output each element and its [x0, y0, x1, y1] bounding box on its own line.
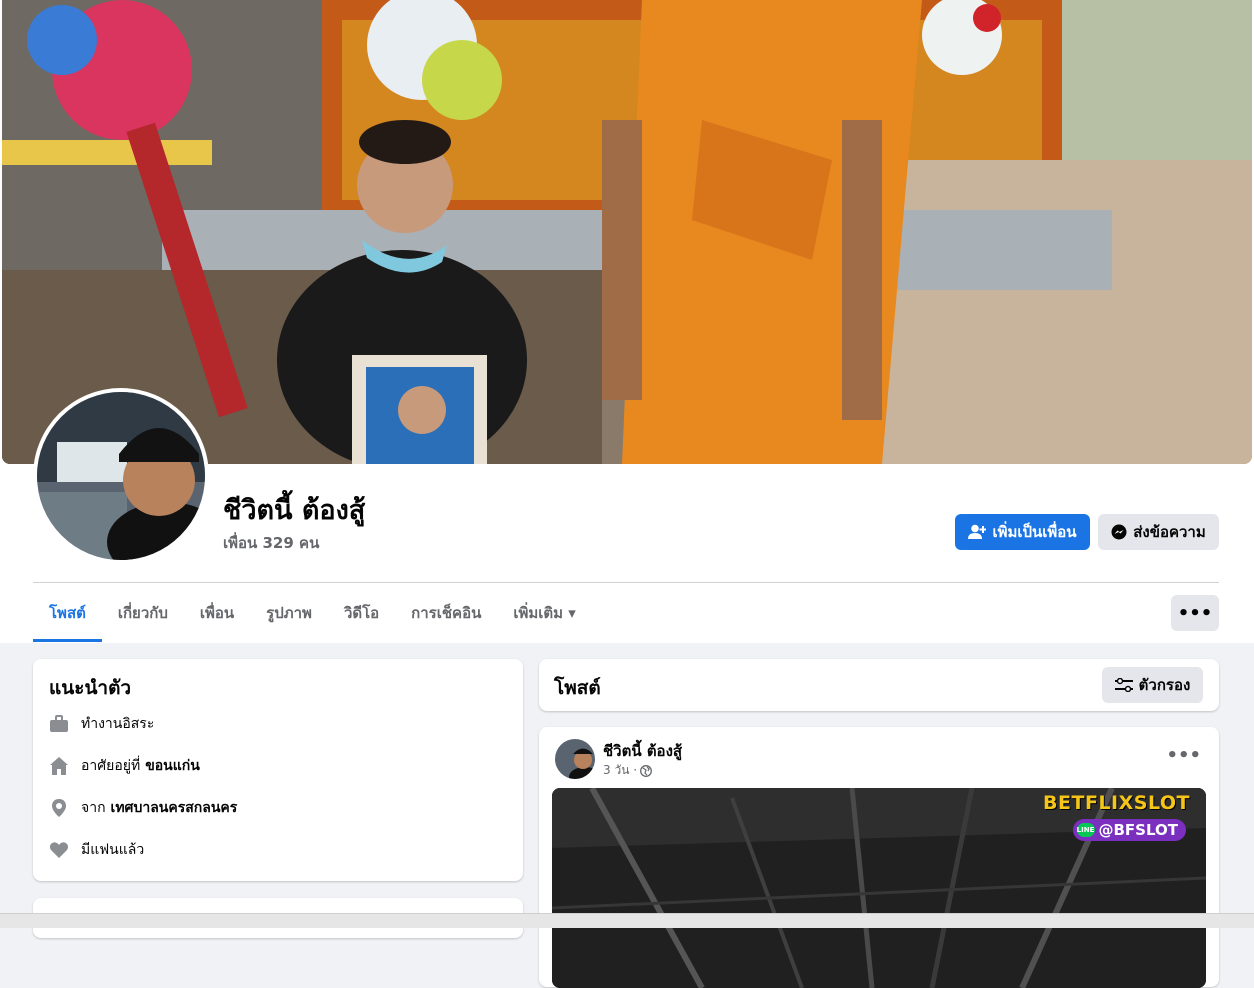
post-time[interactable]: 3 วัน · — [603, 761, 637, 780]
briefcase-icon — [50, 715, 68, 732]
profile-name: ชีวิตนี้ ต้องสู้ — [223, 495, 366, 526]
globe-icon — [640, 764, 652, 777]
tab-about[interactable]: เกี่ยวกับ — [102, 592, 184, 634]
intro-work: ทำงานอิสระ — [49, 712, 154, 736]
intro-lives: อาศัยอยู่ที่ ขอนแก่น — [49, 754, 200, 778]
from-prefix: จาก — [81, 800, 106, 816]
intro-card: แนะนำตัว ทำงานอิสระ อาศัยอยู่ที่ ขอนแก่น… — [33, 659, 523, 881]
profile-tabs: โพสต์ เกี่ยวกับ เพื่อน รูปภาพ วิดีโอ การ… — [33, 592, 592, 642]
message-button[interactable]: ส่งข้อความ — [1098, 514, 1219, 550]
filter-icon — [1114, 678, 1133, 692]
image-line-id: LINE @BFSLOT — [1072, 819, 1186, 841]
posts-header-card: โพสต์ ตัวกรอง — [539, 659, 1219, 711]
tab-checkins[interactable]: การเช็คอิน — [395, 592, 497, 634]
post-options-button[interactable]: ••• — [1166, 745, 1201, 766]
line-id-text: @BFSLOT — [1098, 821, 1179, 839]
work-text: ทำงานอิสระ — [81, 716, 155, 732]
profile-header: ชีวิตนี้ ต้องสู้ เพื่อน 329 คน เพิ่มเป็น… — [0, 0, 1254, 643]
heart-icon — [49, 842, 69, 858]
lives-prefix: อาศัยอยู่ที่ — [81, 758, 141, 774]
relationship-text: มีแฟนแล้ว — [81, 842, 145, 858]
messenger-icon — [1111, 524, 1127, 540]
tab-more[interactable]: เพิ่มเติม ▾ — [497, 592, 591, 634]
intro-title: แนะนำตัว — [49, 677, 132, 699]
add-friend-button[interactable]: เพิ่มเป็นเพื่อน — [955, 514, 1090, 550]
posts-title: โพสต์ — [554, 677, 601, 699]
post-meta: 3 วัน · — [603, 761, 652, 780]
intro-relationship: มีแฟนแล้ว — [49, 838, 144, 862]
location-pin-icon — [52, 799, 66, 817]
profile-avatar[interactable] — [33, 388, 209, 564]
filter-label: ตัวกรอง — [1138, 676, 1191, 694]
image-brand-text: BETFLIXSLOT — [1043, 792, 1190, 814]
home-icon — [50, 757, 68, 775]
tab-posts[interactable]: โพสต์ — [33, 592, 102, 642]
from-place[interactable]: เทศบาลนครสกลนคร — [111, 797, 238, 819]
intro-from: จาก เทศบาลนครสกลนคร — [49, 796, 237, 820]
post-image[interactable]: BETFLIXSLOT LINE @BFSLOT — [552, 788, 1206, 988]
profile-more-button[interactable]: ••• — [1171, 595, 1219, 631]
post-author-avatar[interactable] — [555, 739, 595, 779]
post-card: ชีวิตนี้ ต้องสู้ 3 วัน · ••• BETFLIXSLOT… — [539, 727, 1219, 988]
friend-count[interactable]: เพื่อน 329 คน — [223, 531, 319, 555]
line-icon: LINE — [1076, 823, 1095, 837]
lives-place[interactable]: ขอนแก่น — [145, 755, 200, 777]
message-label: ส่งข้อความ — [1133, 523, 1206, 541]
filter-button[interactable]: ตัวกรอง — [1102, 667, 1203, 703]
os-taskbar — [0, 913, 1254, 928]
cover-photo[interactable] — [2, 0, 1252, 464]
tab-photos[interactable]: รูปภาพ — [250, 592, 328, 634]
tab-videos[interactable]: วิดีโอ — [328, 592, 395, 634]
post-author-name[interactable]: ชีวิตนี้ ต้องสู้ — [603, 739, 682, 763]
add-friend-icon — [968, 524, 987, 539]
tab-friends[interactable]: เพื่อน — [184, 592, 250, 634]
header-divider — [33, 582, 1219, 583]
add-friend-label: เพิ่มเป็นเพื่อน — [992, 523, 1077, 541]
